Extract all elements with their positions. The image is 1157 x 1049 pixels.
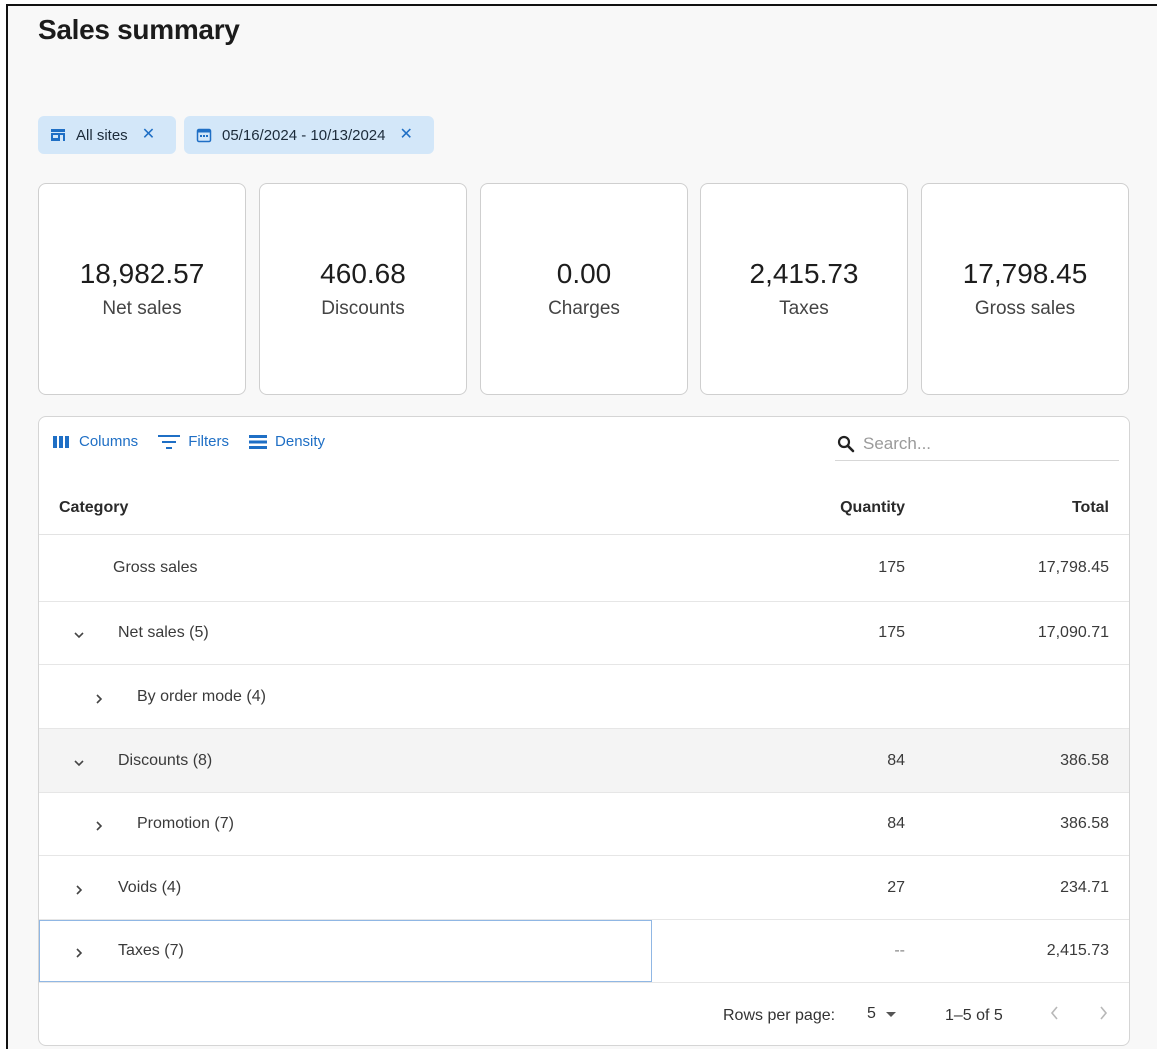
column-header-category[interactable]: Category (59, 499, 128, 517)
sales-data-grid: Columns Filters Density Search... Catego… (38, 416, 1130, 1046)
filter-icon (158, 434, 181, 449)
row-quantity: 27 (887, 878, 905, 896)
column-header-total[interactable]: Total (1072, 499, 1109, 517)
card-label: Charges (548, 298, 620, 319)
density-label: Density (275, 433, 326, 450)
table-pagination: Rows per page: 5 1–5 of 5 (39, 983, 1129, 1045)
row-total: 234.71 (1060, 878, 1109, 896)
filter-chip-sites[interactable]: All sites ✕ (38, 116, 176, 154)
columns-button[interactable]: Columns (53, 433, 138, 450)
summary-card-gross-sales: 17,798.45 Gross sales (921, 183, 1129, 395)
card-label: Taxes (779, 298, 829, 319)
card-label: Discounts (321, 298, 405, 319)
row-category: By order mode (4) (137, 687, 266, 705)
card-value: 18,982.57 (79, 258, 205, 289)
caret-down-icon (885, 1012, 896, 1017)
card-label: Net sales (102, 298, 182, 319)
filters-label: Filters (188, 433, 230, 450)
page-title: Sales summary (38, 14, 240, 45)
row-quantity: -- (894, 942, 905, 959)
table-row[interactable]: Discounts (8) 84 386.58 (39, 729, 1129, 793)
chevron-down-icon[interactable] (71, 627, 87, 643)
table-row[interactable]: Gross sales 175 17,798.45 (39, 535, 1129, 602)
chevron-right-icon[interactable] (71, 945, 87, 961)
rows-per-page-label: Rows per page: (723, 1007, 836, 1024)
row-quantity: 84 (887, 815, 905, 832)
columns-label: Columns (79, 433, 139, 450)
row-total: 17,798.45 (1037, 559, 1109, 576)
table-header-row: Category Quantity Total (39, 479, 1129, 535)
row-total: 2,415.73 (1046, 942, 1109, 959)
card-value: 0.00 (556, 258, 612, 289)
chevron-right-icon[interactable] (91, 691, 107, 707)
chevron-right-icon[interactable] (91, 818, 107, 834)
row-total: 17,090.71 (1037, 624, 1109, 641)
summary-card-net-sales: 18,982.57 Net sales (38, 183, 246, 395)
rows-per-page-select[interactable]: 5 (867, 1005, 898, 1023)
summary-card-discounts: 460.68 Discounts (259, 183, 467, 395)
density-button[interactable]: Density (249, 433, 325, 450)
density-icon (249, 434, 268, 449)
row-quantity: 84 (887, 751, 905, 769)
card-value: 460.68 (320, 258, 406, 289)
filter-chip-label: 05/16/2024 - 10/13/2024 (222, 126, 386, 144)
next-page-icon[interactable] (1095, 1003, 1111, 1023)
filters-button[interactable]: Filters (158, 433, 229, 450)
app-frame: Sales summary All sites ✕ 05/16/2024 - 1… (6, 4, 1157, 1049)
row-category: Discounts (8) (118, 751, 213, 769)
rows-per-page-value: 5 (867, 1005, 876, 1022)
summary-card-charges: 0.00 Charges (480, 183, 688, 395)
page-range: 1–5 of 5 (945, 1007, 1003, 1024)
previous-page-icon[interactable] (1047, 1003, 1063, 1023)
table-row[interactable]: Net sales (5) 175 17,090.71 (39, 602, 1129, 665)
search-box (835, 427, 1119, 461)
row-quantity: 175 (878, 559, 905, 576)
table-row[interactable]: Voids (4) 27 234.71 (39, 856, 1129, 920)
column-header-quantity[interactable]: Quantity (840, 499, 905, 517)
search-icon (837, 435, 855, 452)
row-category: Gross sales (113, 559, 198, 576)
chevron-down-icon[interactable] (71, 755, 87, 771)
grid-toolbar: Columns Filters Density (53, 433, 345, 450)
row-category: Promotion (7) (137, 815, 234, 832)
summary-card-taxes: 2,415.73 Taxes (700, 183, 908, 395)
store-icon (51, 129, 65, 141)
card-value: 2,415.73 (749, 258, 859, 289)
row-category: Net sales (5) (118, 624, 209, 641)
columns-icon (53, 435, 69, 448)
close-icon[interactable]: ✕ (399, 127, 412, 143)
calendar-icon (196, 128, 212, 143)
table-row[interactable]: Taxes (7) -- 2,415.73 (39, 920, 1129, 983)
row-quantity: 175 (878, 624, 905, 641)
filter-chip-dates[interactable]: 05/16/2024 - 10/13/2024 ✕ (184, 116, 434, 154)
filter-chip-label: All sites (76, 126, 128, 144)
card-value: 17,798.45 (962, 258, 1088, 289)
search-input[interactable] (863, 433, 1103, 454)
card-label: Gross sales (974, 298, 1076, 319)
row-category: Voids (4) (118, 878, 182, 896)
table-row[interactable]: Promotion (7) 84 386.58 (39, 793, 1129, 856)
chevron-right-icon[interactable] (71, 882, 87, 898)
row-category: Taxes (7) (118, 942, 184, 959)
table-row[interactable]: By order mode (4) (39, 665, 1129, 729)
close-icon[interactable]: ✕ (142, 127, 155, 143)
row-total: 386.58 (1060, 815, 1109, 832)
row-total: 386.58 (1060, 751, 1109, 769)
